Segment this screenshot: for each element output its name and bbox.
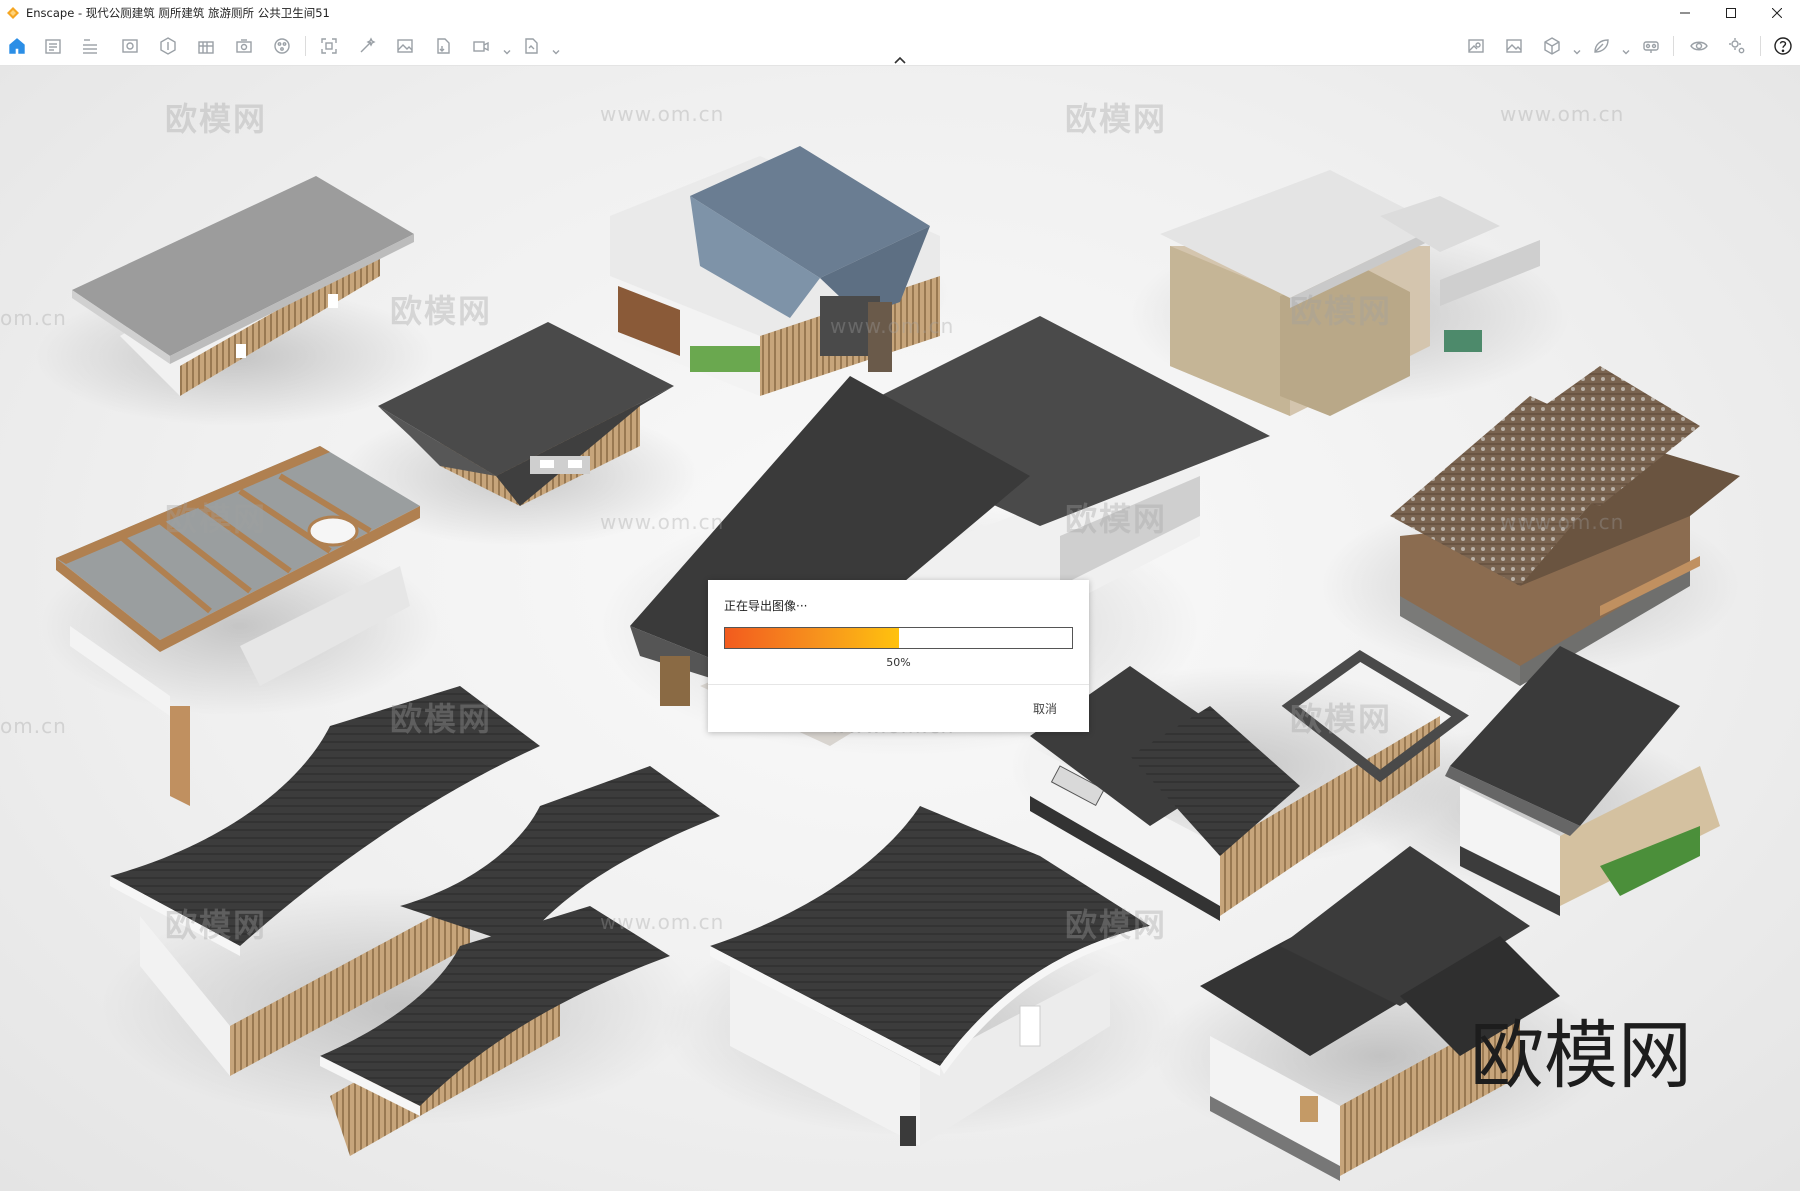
collapse-toolbar-chevron-icon[interactable]	[893, 50, 907, 64]
cube-icon[interactable]	[1541, 35, 1563, 57]
toolbar-divider	[1673, 36, 1674, 56]
watermark-text: 欧模网	[390, 700, 493, 738]
screenshot-icon[interactable]	[318, 35, 340, 57]
watermark-text: 欧模网	[165, 906, 268, 944]
dialog-title: 正在导出图像···	[724, 599, 808, 613]
cancel-button[interactable]: 取消	[1033, 700, 1057, 717]
panorama-icon[interactable]	[520, 35, 542, 57]
watermark-text: 欧模网	[165, 500, 268, 538]
dialog-divider	[708, 684, 1089, 685]
title-bar: Enscape - 现代公厕建筑 厕所建筑 旅游厕所 公共卫生间51	[0, 0, 1800, 26]
settings-image-icon[interactable]	[1465, 35, 1487, 57]
minimize-button[interactable]	[1662, 0, 1708, 26]
progress-bar	[724, 627, 1073, 649]
watermark-text: 欧模网	[1065, 100, 1168, 138]
home-icon[interactable]	[6, 35, 28, 57]
chevron-down-icon[interactable]	[1622, 41, 1630, 55]
leaf-icon[interactable]	[1590, 35, 1612, 57]
render-viewport[interactable]: 欧模网 www.om.cn 欧模网 www.om.cn om.cn 欧模网 ww…	[0, 66, 1800, 1191]
enscape-logo-icon	[6, 6, 20, 20]
progress-percentage: 50%	[886, 656, 911, 669]
watermark-text: 欧模网	[1290, 700, 1393, 738]
asset-icon[interactable]	[157, 35, 179, 57]
watermark-url: www.om.cn	[600, 910, 725, 934]
view-icon[interactable]	[119, 35, 141, 57]
visibility-icon[interactable]	[1688, 35, 1710, 57]
window-controls	[1662, 0, 1800, 26]
capture-icon[interactable]	[233, 35, 255, 57]
toolbar-divider	[305, 36, 306, 56]
watermark-url: www.om.cn	[1500, 102, 1625, 126]
chevron-down-icon[interactable]	[503, 41, 511, 55]
watermark-text: 欧模网	[1290, 292, 1393, 330]
building-flat-roof-pavilion	[35, 176, 435, 426]
watermark-text: 欧模网	[165, 100, 268, 138]
window-title: Enscape - 现代公厕建筑 厕所建筑 旅游厕所 公共卫生间51	[26, 6, 330, 20]
watermark-url: om.cn	[0, 306, 67, 330]
gear-icon[interactable]	[1726, 35, 1748, 57]
close-button[interactable]	[1754, 0, 1800, 26]
watermark-text: 欧模网	[390, 292, 493, 330]
brand-watermark: 欧模网	[1470, 1013, 1692, 1099]
maximize-button[interactable]	[1708, 0, 1754, 26]
batch-icon[interactable]	[195, 35, 217, 57]
export-progress-dialog: 正在导出图像··· 50% 取消	[708, 580, 1089, 732]
progress-bar-fill	[725, 628, 899, 648]
building-blue-roof-house	[610, 146, 950, 396]
magic-icon[interactable]	[356, 35, 378, 57]
video-icon[interactable]	[470, 35, 492, 57]
library-icon[interactable]	[271, 35, 293, 57]
chevron-down-icon[interactable]	[1573, 41, 1581, 55]
export-icon[interactable]	[432, 35, 454, 57]
image-icon[interactable]	[394, 35, 416, 57]
watermark-text: 欧模网	[1065, 906, 1168, 944]
view-image-icon[interactable]	[1503, 35, 1525, 57]
help-icon[interactable]	[1772, 35, 1794, 57]
toolbar-divider	[1760, 36, 1761, 56]
watermark-url: www.om.cn	[600, 102, 725, 126]
watermark-text: 欧模网	[1065, 500, 1168, 538]
building-large-curved-roof	[660, 806, 1180, 1146]
vr-icon[interactable]	[1640, 35, 1662, 57]
bim-icon[interactable]	[79, 35, 101, 57]
watermark-url: www.om.cn	[1500, 510, 1625, 534]
project-icon[interactable]	[42, 35, 64, 57]
watermark-url: www.om.cn	[600, 510, 725, 534]
watermark-url: www.om.cn	[830, 314, 955, 338]
chevron-down-icon[interactable]	[552, 41, 560, 55]
watermark-url: om.cn	[0, 714, 67, 738]
